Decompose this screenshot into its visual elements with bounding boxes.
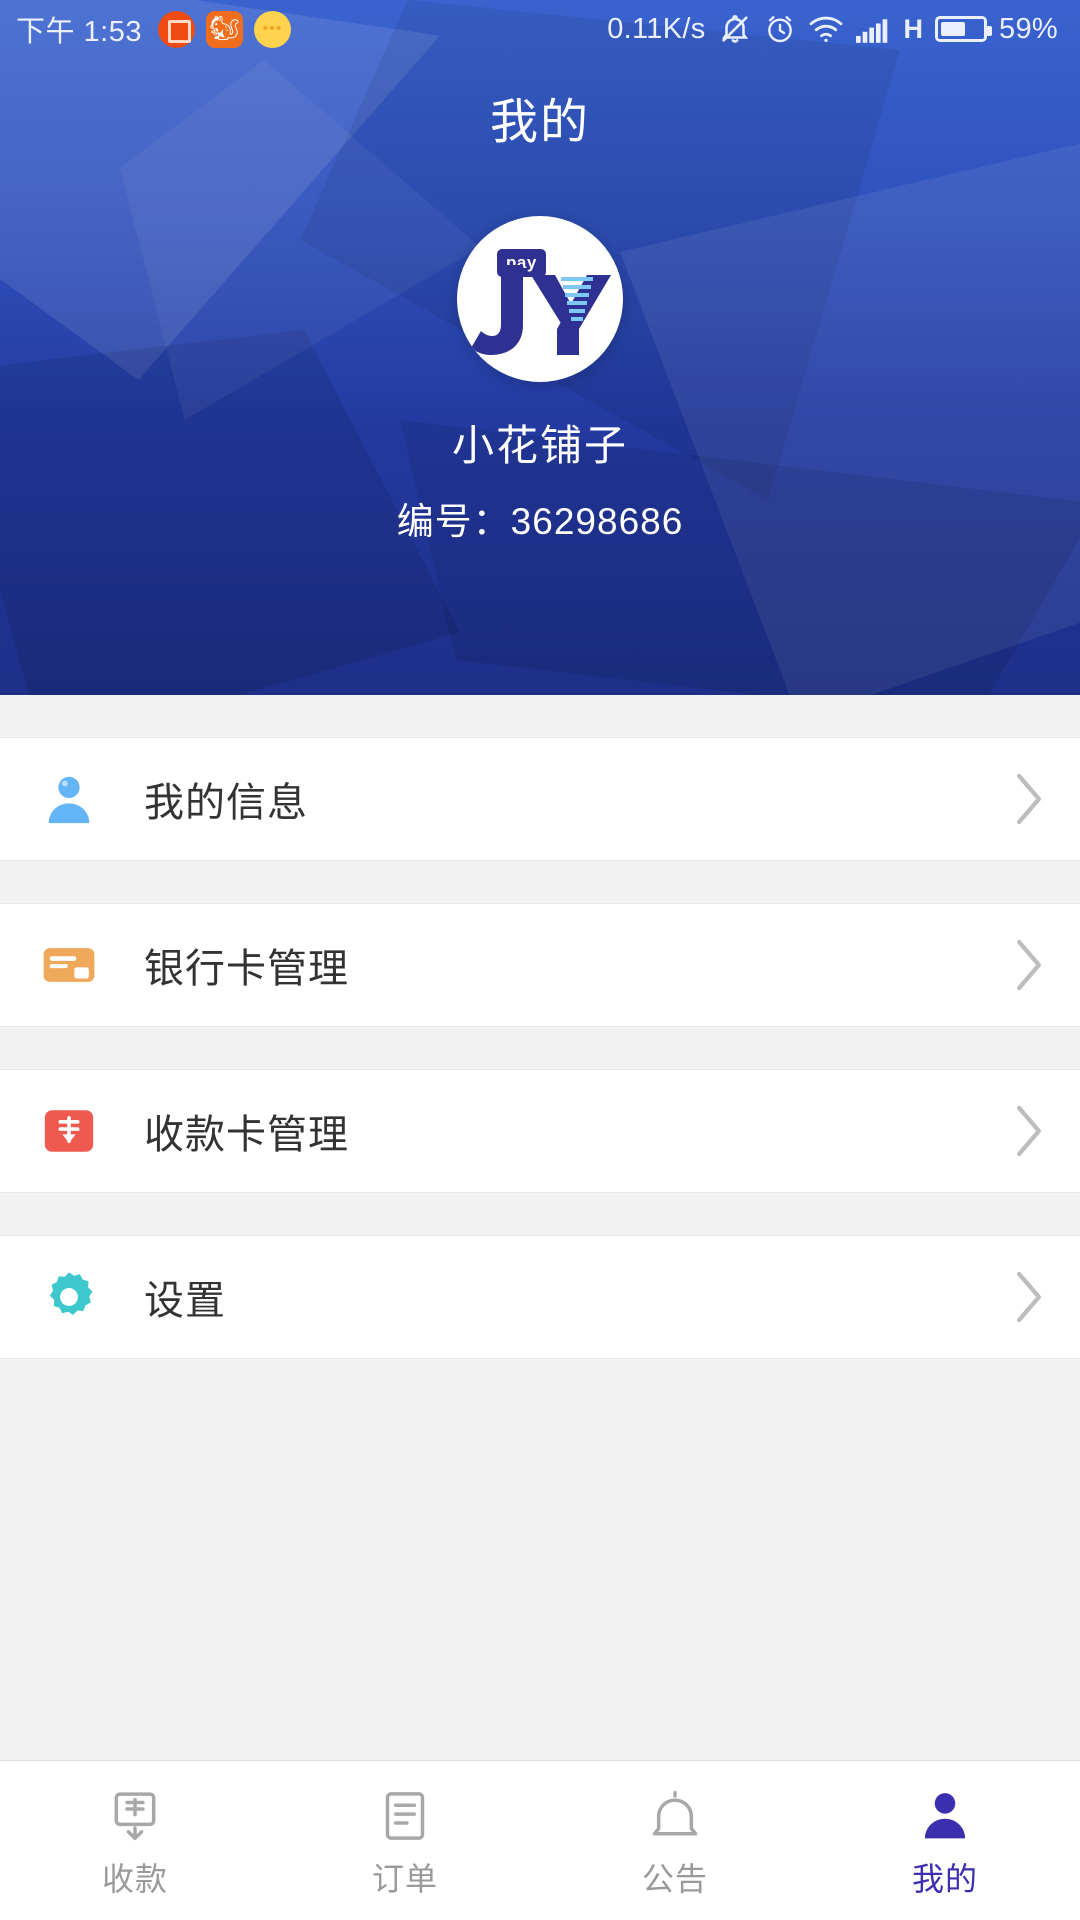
status-bar: 下午 1:53 0.11K/s bbox=[0, 0, 1080, 58]
tab-label: 我的 bbox=[911, 1860, 978, 1897]
wifi-icon bbox=[808, 14, 844, 44]
menu-item-receive-cards[interactable]: 收款卡管理 bbox=[0, 1069, 1080, 1193]
jy-pay-logo: pay bbox=[465, 239, 615, 359]
status-bar-app-icons bbox=[158, 10, 291, 48]
money-receive-icon bbox=[107, 1782, 163, 1844]
battery-icon bbox=[935, 16, 993, 42]
menu-item-label: 我的信息 bbox=[144, 781, 308, 825]
order-list-icon bbox=[377, 1782, 433, 1844]
person-icon bbox=[38, 768, 100, 830]
status-bar-time: 下午 1:53 bbox=[16, 16, 142, 48]
avatar[interactable]: pay bbox=[457, 216, 623, 382]
uc-browser-icon bbox=[206, 10, 243, 48]
page-title: 我的 bbox=[489, 96, 590, 149]
gear-icon bbox=[38, 1266, 100, 1328]
person-filled-icon bbox=[917, 1782, 973, 1844]
menu-item-bank-cards[interactable]: 银行卡管理 bbox=[0, 903, 1080, 1027]
menu-list: 我的信息 银行卡管理 收款卡管理 设置 bbox=[0, 695, 1080, 1579]
tab-profile[interactable]: 我的 bbox=[810, 1761, 1080, 1920]
list-gap bbox=[0, 695, 1080, 737]
alarm-clock-icon bbox=[764, 13, 796, 45]
merchant-name: 小花铺子 bbox=[451, 422, 628, 469]
bank-card-icon bbox=[38, 934, 100, 996]
list-filler bbox=[0, 1359, 1080, 1579]
list-gap bbox=[0, 1027, 1080, 1069]
tab-receive-payment[interactable]: 收款 bbox=[0, 1761, 270, 1920]
app-screen: 下午 1:53 0.11K/s bbox=[0, 0, 1080, 1920]
network-speed-label: 0.11K/s bbox=[607, 12, 706, 45]
receive-card-icon bbox=[38, 1100, 100, 1162]
menu-item-settings[interactable]: 设置 bbox=[0, 1235, 1080, 1359]
tab-orders[interactable]: 订单 bbox=[270, 1761, 540, 1920]
menu-item-label: 收款卡管理 bbox=[144, 1113, 349, 1157]
menu-item-my-info[interactable]: 我的信息 bbox=[0, 737, 1080, 861]
menu-item-label: 银行卡管理 bbox=[144, 947, 349, 991]
mute-bell-icon bbox=[718, 12, 752, 46]
bottom-nav-bar: 收款 订单 公告 我的 bbox=[0, 1760, 1080, 1920]
list-gap bbox=[0, 861, 1080, 903]
merchant-id: 编号：36298686 bbox=[396, 501, 684, 542]
list-gap bbox=[0, 1193, 1080, 1235]
menu-item-label: 设置 bbox=[144, 1279, 226, 1323]
battery-percent-label: 59% bbox=[999, 12, 1058, 45]
status-bar-right: 0.11K/s H 59% bbox=[607, 12, 1058, 46]
chevron-right-icon bbox=[1012, 1269, 1046, 1325]
tab-label: 公告 bbox=[641, 1860, 708, 1897]
signal-bars-icon bbox=[855, 14, 892, 44]
jy-letters-icon bbox=[471, 265, 611, 355]
profile-header: 下午 1:53 0.11K/s bbox=[0, 0, 1080, 695]
chevron-right-icon bbox=[1012, 771, 1046, 827]
network-type-label: H bbox=[903, 13, 924, 44]
tab-announcements[interactable]: 公告 bbox=[540, 1761, 810, 1920]
screenshot-crop-icon bbox=[158, 10, 195, 48]
chevron-right-icon bbox=[1012, 937, 1046, 993]
tab-label: 订单 bbox=[371, 1860, 438, 1897]
chevron-right-icon bbox=[1012, 1103, 1046, 1159]
bell-icon bbox=[647, 1782, 703, 1844]
tab-label: 收款 bbox=[101, 1860, 168, 1897]
chat-bubble-icon bbox=[254, 10, 291, 48]
